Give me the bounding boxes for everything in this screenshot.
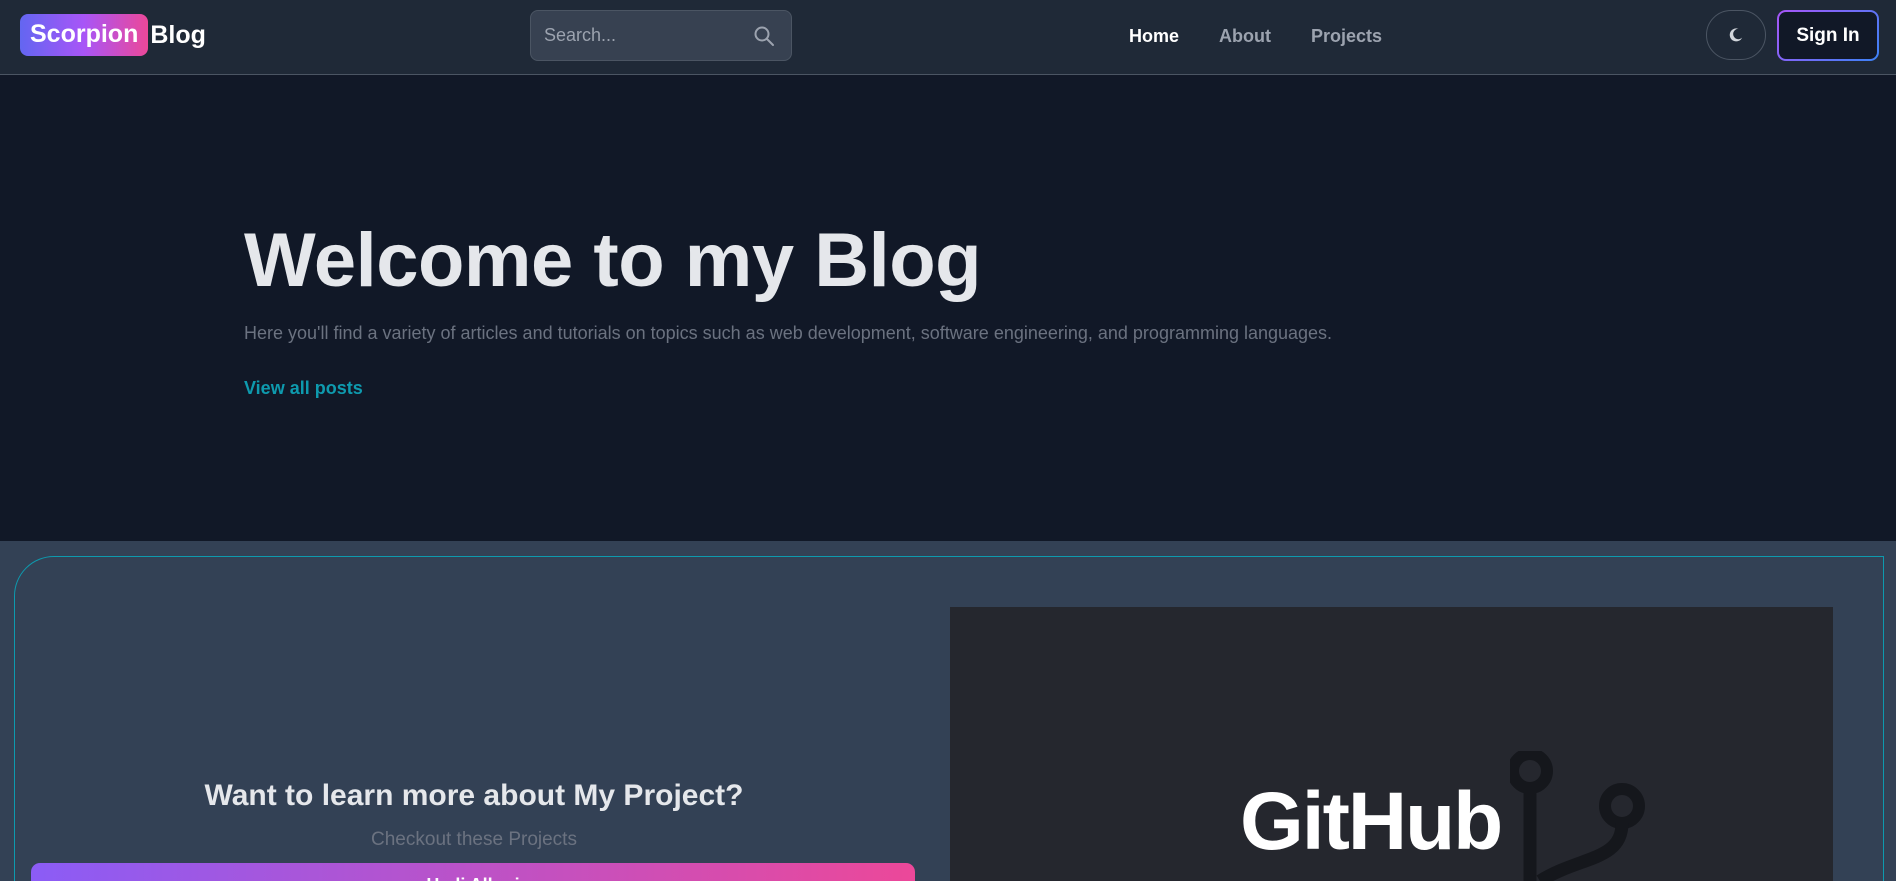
search-icon[interactable] bbox=[753, 25, 775, 47]
search-box bbox=[530, 10, 792, 61]
hero-title: Welcome to my Blog bbox=[244, 218, 982, 303]
logo-badge: Scorpion bbox=[20, 14, 149, 56]
sign-in-label: Sign In bbox=[1779, 12, 1877, 59]
moon-icon bbox=[1729, 28, 1743, 42]
hero-subtitle: Here you'll find a variety of articles a… bbox=[244, 323, 1333, 343]
cta-heading: Want to learn more about My Project? bbox=[204, 779, 744, 812]
nav-about-link[interactable]: About bbox=[1219, 22, 1271, 50]
github-image: GitHub bbox=[950, 607, 1833, 881]
theme-toggle-button[interactable] bbox=[1706, 10, 1766, 60]
site-logo[interactable]: Scorpion Blog bbox=[20, 14, 206, 56]
navbar: Scorpion Blog Home About Projects Sign I… bbox=[0, 0, 1896, 75]
search-input[interactable] bbox=[531, 11, 741, 60]
nav-projects-link[interactable]: Projects bbox=[1311, 22, 1382, 50]
logo-text: Blog bbox=[150, 21, 206, 49]
nav-home-link[interactable]: Home bbox=[1129, 22, 1179, 50]
view-all-posts-link[interactable]: View all posts bbox=[244, 378, 363, 399]
hero-section: Welcome to my Blog Here you'll find a va… bbox=[0, 75, 1896, 541]
main-nav: Home About Projects bbox=[1129, 22, 1382, 50]
projects-button[interactable]: Hadi Alkari bbox=[31, 863, 915, 881]
sign-in-button[interactable]: Sign In bbox=[1777, 10, 1879, 61]
git-branch-icon bbox=[1510, 751, 1645, 881]
cta-subheading: Checkout these Projects bbox=[371, 829, 577, 850]
github-wordmark: GitHub bbox=[1240, 776, 1503, 867]
